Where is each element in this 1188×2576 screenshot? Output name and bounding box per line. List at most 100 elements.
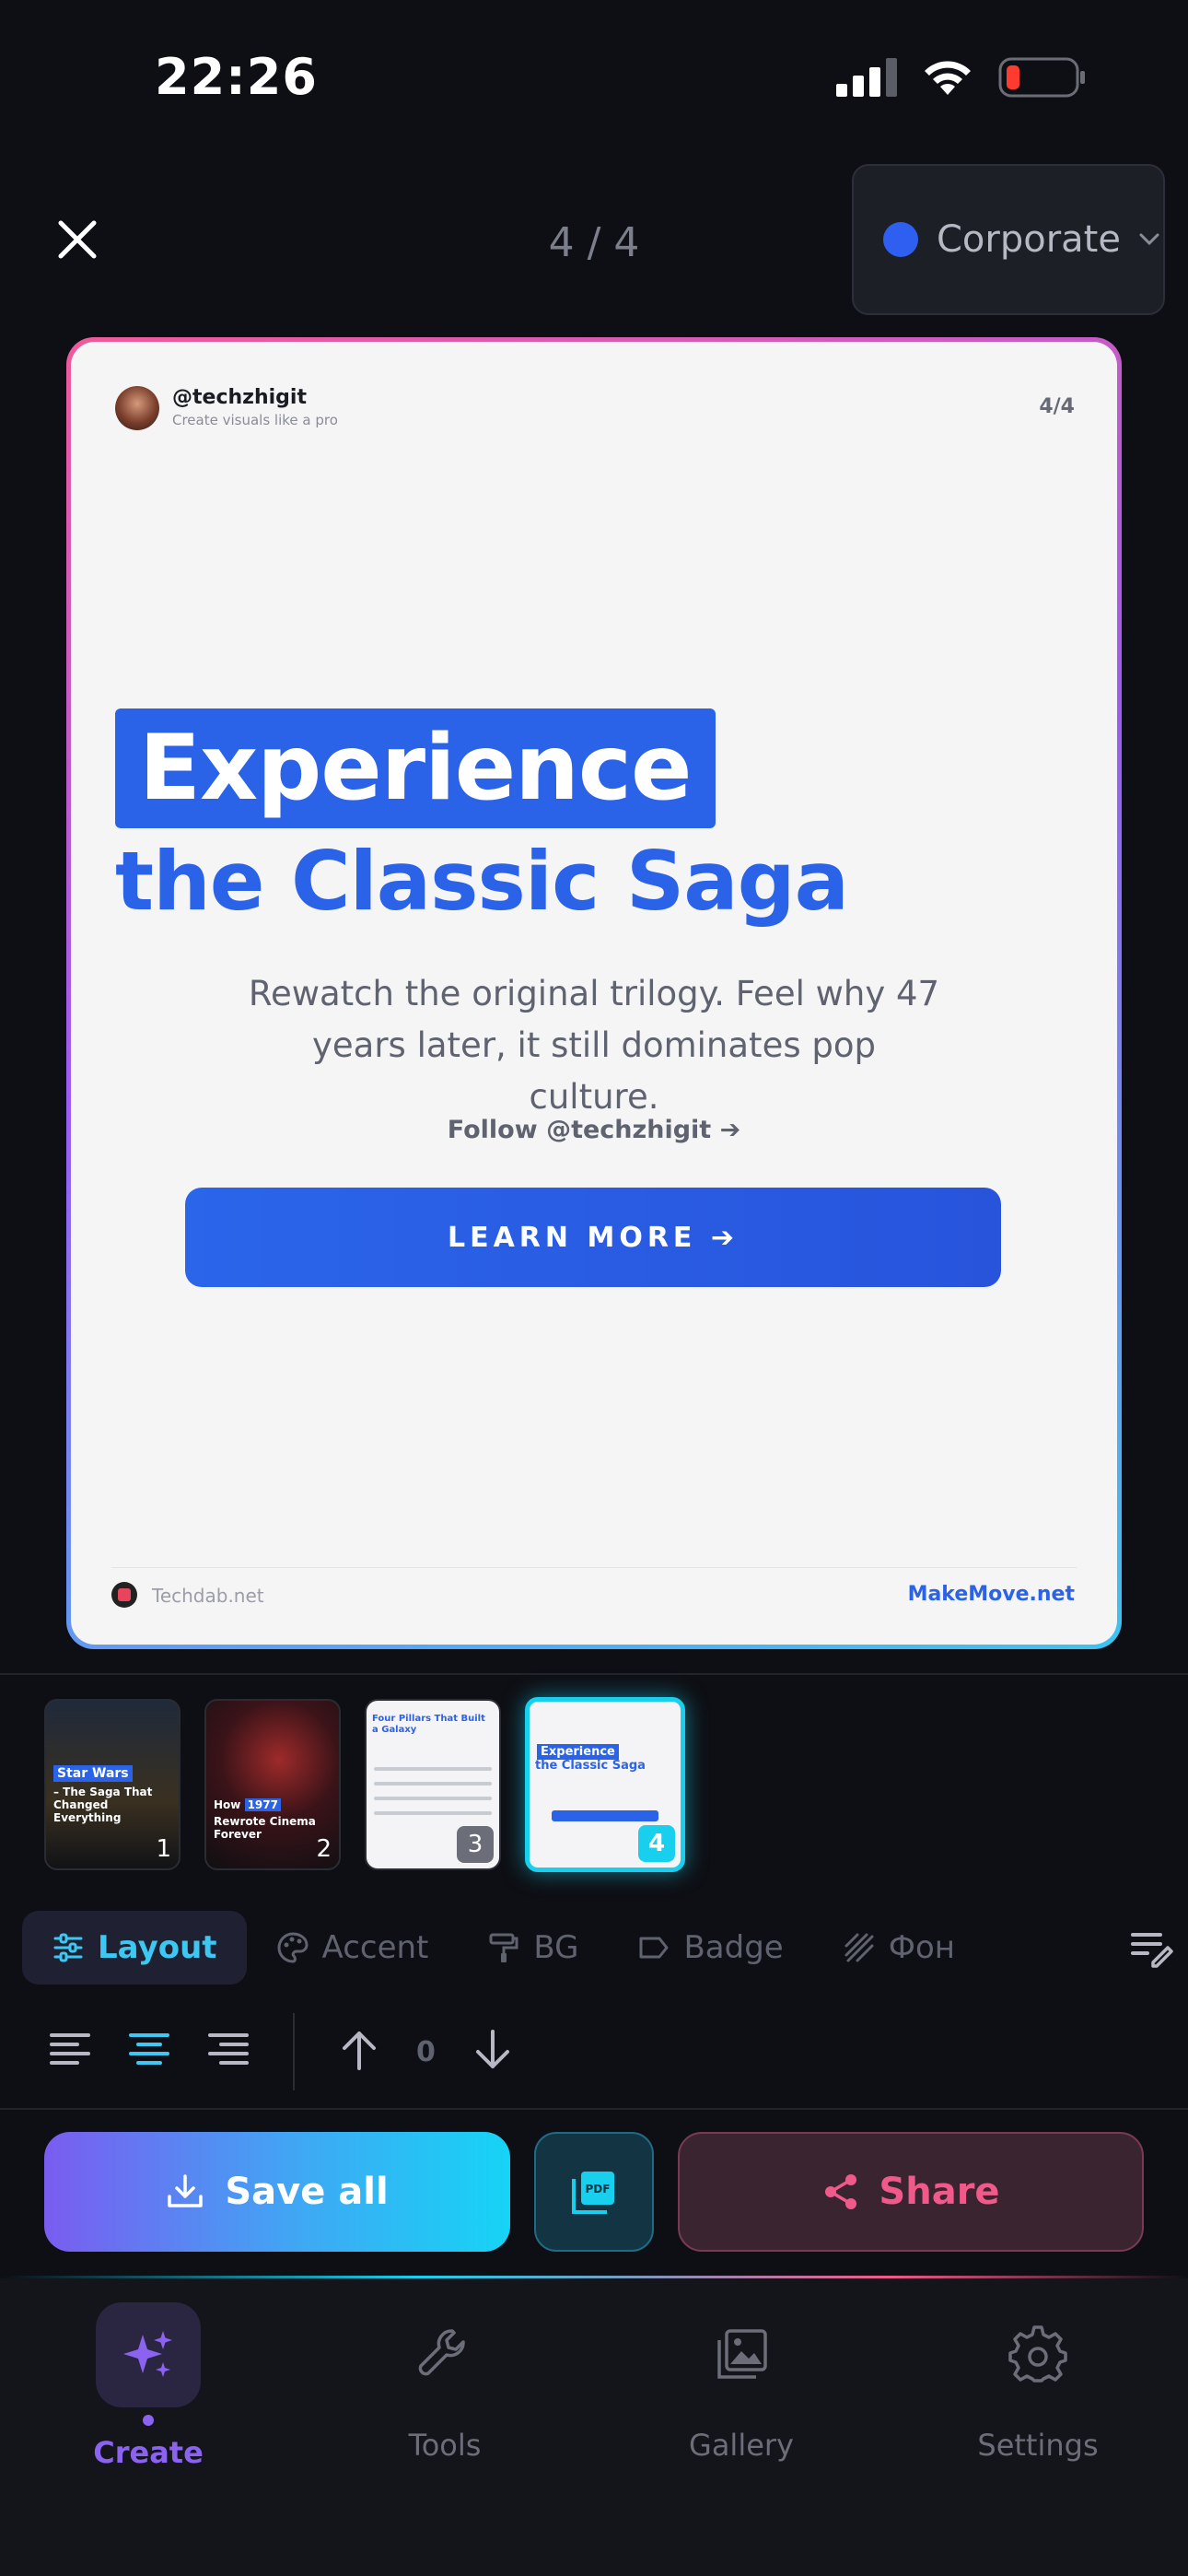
tab-label: Layout [98,1929,217,1966]
svg-text:PDF: PDF [586,2183,611,2195]
tab-layout[interactable]: Layout [22,1911,247,1985]
bottom-navigation: Create Tools Gallery Settings [0,2278,1188,2576]
footer-logo [111,1582,137,1608]
nav-icon-container [96,2302,201,2407]
slide-follow: Follow @techzhigit ➔ [447,1116,741,1144]
tab-accent[interactable]: Accent [247,1911,459,1985]
nav-label: Gallery [689,2428,794,2463]
palette-icon [277,1932,309,1963]
battery-icon [998,57,1085,98]
nav-label: Tools [408,2428,482,2463]
active-indicator [143,2415,154,2426]
divider [0,1673,1188,1675]
sliders-icon [53,1933,83,1962]
align-right-icon [208,2033,249,2065]
nav-create[interactable]: Create [38,2302,259,2470]
move-up-button[interactable] [337,2028,381,2076]
slide-counter: 4/4 [1039,395,1075,418]
tab-fon[interactable]: Фон [813,1911,984,1985]
theme-dropdown[interactable]: Corporate [852,164,1165,315]
paint-roller-icon [489,1933,518,1962]
align-center-button[interactable] [127,2028,171,2076]
slide-body: Rewatch the original trilogy. Feel why 4… [71,968,1117,1123]
slide-body-text: Rewatch the original trilogy. Feel why 4… [248,974,940,1117]
thumbnail-title: Four Pillars That Built a Galaxy [372,1714,485,1735]
save-all-label: Save all [225,2171,389,2213]
divider [293,2013,295,2090]
align-left-icon [50,2033,90,2065]
share-button[interactable]: Share [678,2132,1144,2252]
slide-preview: @techzhigit Create visuals like a pro 4/… [71,342,1117,1645]
text-settings-button[interactable] [1129,1926,1173,1973]
thumbnail-number: 2 [316,1835,332,1863]
nav-tools[interactable]: Tools [334,2302,555,2463]
tab-label: BG [533,1929,579,1966]
slide-divider [111,1567,1077,1568]
slide-filmstrip: Star Wars – The Saga That Changed Everyt… [44,1697,685,1872]
arrow-up-icon [343,2032,376,2070]
tab-badge[interactable]: Badge [608,1911,812,1985]
slide-tagline: Create visuals like a pro [172,412,338,428]
tab-label: Фон [888,1929,956,1966]
headline-rest: the Classic Saga [115,834,849,929]
pdf-export-button[interactable]: PDF [534,2132,654,2252]
align-center-icon [129,2033,169,2065]
signal-icon [836,58,897,97]
status-time: 22:26 [155,48,318,106]
align-left-button[interactable] [48,2028,92,2076]
thumbnail-label: Experience [537,1744,619,1760]
gallery-icon [717,2329,767,2379]
thumbnail-number: 1 [156,1835,171,1863]
thumbnail-text: the Classic Saga [535,1759,646,1773]
tab-label: Badge [683,1929,784,1966]
sparkles-icon [123,2331,172,2377]
thumbnail-label: Star Wars [53,1765,133,1782]
headline-highlight: Experience [115,708,716,828]
thumbnail-lines [374,1767,492,1826]
share-label: Share [879,2171,1000,2213]
divider [0,2108,1188,2110]
arrow-down-icon [475,2030,509,2068]
thumbnail-label: 1977 [244,1798,281,1811]
thumbnail-3[interactable]: Four Pillars That Built a Galaxy 3 [365,1699,501,1870]
thumbnail-cta [552,1810,658,1821]
text-edit-icon [1131,1933,1173,1968]
tool-tabs: Layout Accent BG Badge Фон [22,1911,1173,1985]
save-all-button[interactable]: Save all [44,2132,510,2252]
move-down-button[interactable] [471,2028,515,2076]
nav-label: Create [93,2435,204,2470]
slide-cta-button: LEARN MORE ➔ [185,1188,1001,1287]
alignment-row: 0 [48,2013,515,2090]
thumbnail-number: 3 [457,1826,494,1863]
avatar [115,386,159,430]
gear-icon [1008,2325,1067,2383]
pdf-icon: PDF [572,2172,614,2214]
nav-icon-container [392,2302,497,2407]
nav-icon-container [689,2302,794,2407]
thumbnail-number: 4 [638,1825,675,1862]
pattern-icon [844,1933,874,1962]
footer-left-text: Techdab.net [152,1585,264,1607]
thumbnail-4[interactable]: Experience the Classic Saga 4 [525,1697,685,1872]
nav-label: Settings [977,2428,1099,2463]
wrench-icon [418,2329,465,2376]
chevron-down-icon [1139,233,1159,246]
thumbnail-2[interactable]: How 1977 Rewrote Cinema Forever 2 [204,1699,341,1870]
thumbnail-text: – The Saga That Changed Everything [53,1786,153,1824]
nav-icon-container [985,2302,1090,2407]
thumbnail-1[interactable]: Star Wars – The Saga That Changed Everyt… [44,1699,181,1870]
align-right-button[interactable] [206,2028,250,2076]
slide-preview-frame[interactable]: @techzhigit Create visuals like a pro 4/… [66,337,1122,1649]
theme-label: Corporate [937,218,1121,261]
footer-right-text: MakeMove.net [907,1583,1075,1606]
slide-handle: @techzhigit [172,386,307,409]
tab-bg[interactable]: BG [458,1911,608,1985]
nav-gallery[interactable]: Gallery [631,2302,852,2463]
tag-icon [639,1937,669,1959]
status-icons [836,57,1087,98]
nav-settings[interactable]: Settings [927,2302,1148,2463]
theme-color-dot [883,222,918,257]
thumbnail-text-before: How 1977 [214,1798,332,1811]
thumbnail-text: Rewrote Cinema Forever [214,1815,316,1841]
tab-label: Accent [321,1929,429,1966]
